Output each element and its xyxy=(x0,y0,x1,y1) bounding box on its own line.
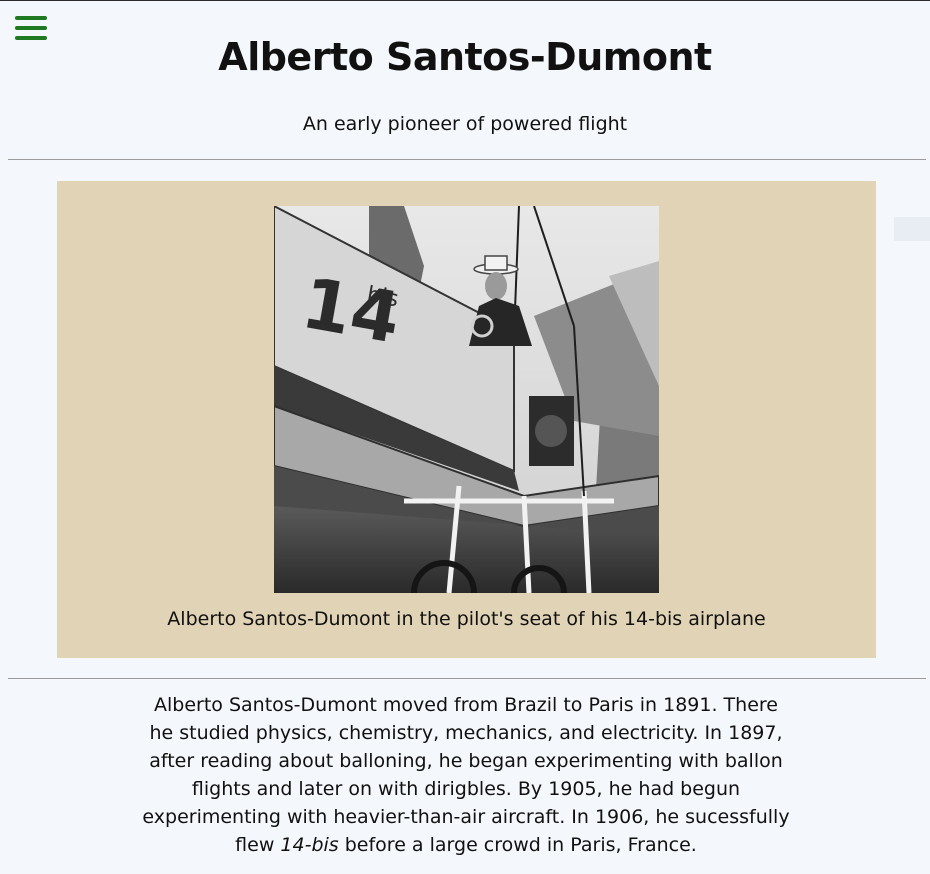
page-subtitle: An early pioneer of powered flight xyxy=(302,113,628,135)
divider xyxy=(8,678,926,679)
aircraft-name: 14-bis xyxy=(280,834,339,856)
photo-caption: Alberto Santos-Dumont in the pilot's sea… xyxy=(167,608,766,630)
menu-bar xyxy=(15,26,47,30)
photo-figure: 14 bis Alberto Santos-Dumont in the pilo… xyxy=(57,181,876,658)
biography-paragraph: Alberto Santos-Dumont moved from Brazil … xyxy=(140,691,792,859)
santos-dumont-photo: 14 bis xyxy=(274,206,659,593)
scrollbar-thumb[interactable] xyxy=(894,217,930,241)
bio-text-end: before a large crowd in Paris, France. xyxy=(338,834,697,856)
page-title: Alberto Santos-Dumont xyxy=(218,35,712,79)
bio-text-start: Alberto Santos-Dumont moved from Brazil … xyxy=(142,694,790,856)
divider xyxy=(8,159,926,160)
menu-bar xyxy=(15,16,47,20)
